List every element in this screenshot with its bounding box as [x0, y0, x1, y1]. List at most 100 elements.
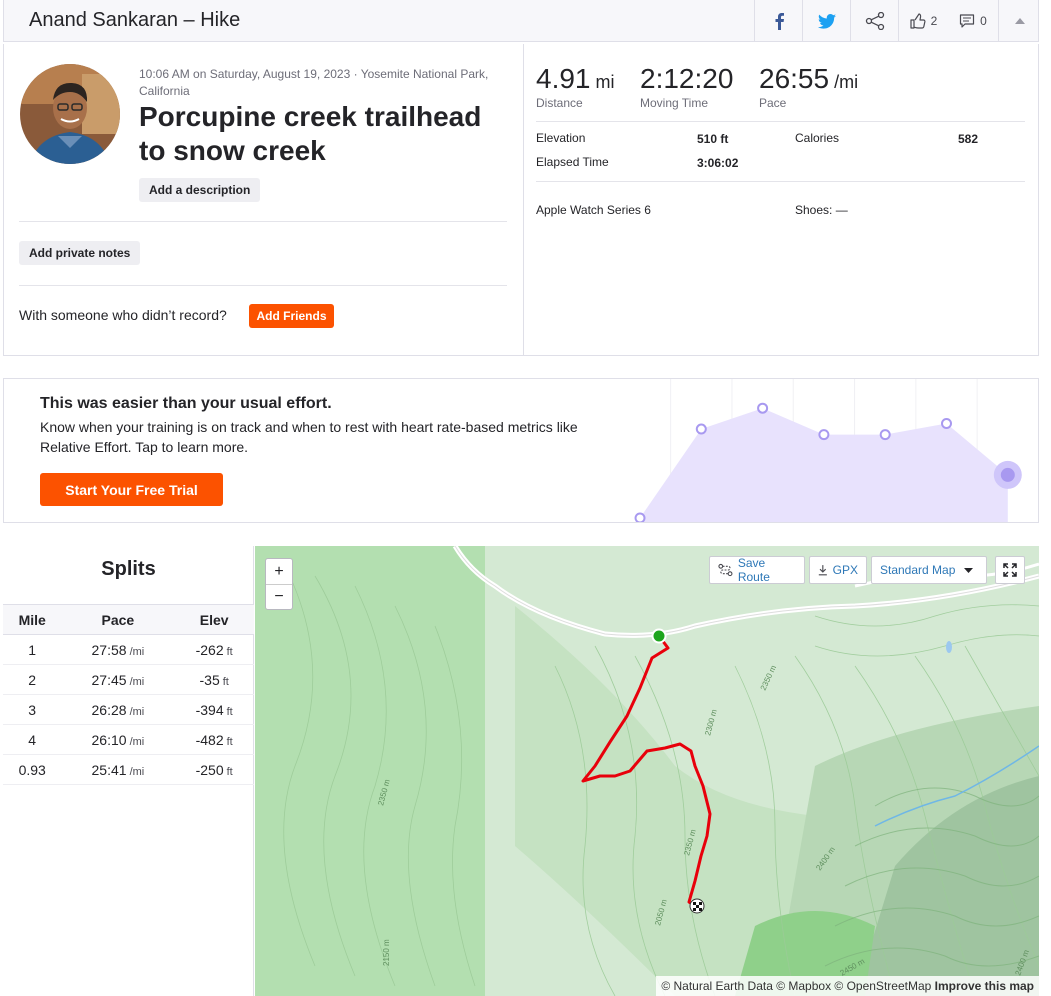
zoom-controls: + −	[265, 558, 293, 610]
moving-time-stat: 2:12:20	[640, 63, 733, 95]
pace-label: Pace	[759, 96, 787, 110]
gpx-download-button[interactable]: GPX	[809, 556, 867, 584]
distance-value: 4.91	[536, 63, 591, 94]
effort-point	[1000, 467, 1015, 482]
start-marker[interactable]	[651, 628, 667, 644]
split-elev-value: -262	[195, 641, 224, 658]
twitter-share-button[interactable]	[802, 0, 850, 42]
split-elev: -394 ft	[174, 694, 254, 725]
improve-map-link[interactable]: Improve this map	[935, 979, 1034, 993]
fullscreen-icon	[1003, 563, 1017, 577]
relative-effort-panel: This was easier than your usual effort. …	[3, 378, 1039, 523]
map-type-select[interactable]: Standard Map	[871, 556, 987, 584]
split-elev-value: -250	[195, 761, 224, 778]
calories-label: Calories	[795, 131, 840, 145]
splits-title: Splits	[101, 558, 156, 580]
effort-point	[634, 512, 646, 522]
split-pace: 27:45/mi	[61, 664, 175, 695]
splits-panel: Splits Mile Pace Elev 1 27:58/mi -262 ft 2 27…	[3, 546, 254, 996]
comment-icon	[960, 14, 975, 28]
split-pace-unit: /mi	[129, 675, 145, 688]
save-route-button[interactable]: Save Route	[709, 556, 805, 584]
moving-time-value: 2:12:20	[640, 63, 734, 94]
split-elev-unit: ft	[222, 675, 229, 688]
collapse-button[interactable]	[998, 0, 1040, 42]
facebook-icon	[775, 13, 784, 30]
pace-value: 26:55	[759, 63, 830, 94]
split-pace-value: 26:10	[91, 731, 127, 748]
column-header-elev: Elev	[174, 604, 254, 635]
comments-button[interactable]: 0	[948, 0, 998, 42]
split-mile: 3	[3, 694, 62, 725]
fullscreen-button[interactable]	[995, 556, 1025, 584]
add-description-button[interactable]: Add a description	[139, 178, 261, 202]
effort-point	[879, 429, 891, 441]
split-mile: 1	[3, 634, 62, 665]
split-mile: 0.93	[3, 754, 62, 785]
finish-marker[interactable]	[689, 898, 705, 914]
moving-time-label: Moving Time	[640, 96, 709, 110]
map-canvas[interactable]: 2350 m 2300 m 2350 m 2350 m 2400 m 2050 …	[255, 546, 1039, 996]
split-pace-unit: /mi	[129, 705, 145, 718]
effort-point	[941, 417, 952, 429]
map-attribution: © Natural Earth Data © Mapbox © OpenStre…	[656, 976, 1039, 996]
contour-label: 2150 m	[382, 939, 391, 966]
activity-title: Porcupine creek trailhead to snow creek	[139, 101, 482, 166]
avatar-photo	[20, 64, 120, 164]
split-pace-unit: /mi	[129, 645, 145, 658]
table-row: 1 27:58/mi -262 ft	[3, 634, 254, 665]
zoom-in-button[interactable]: +	[266, 559, 292, 584]
kudos-count: 2	[930, 14, 938, 28]
distance-unit: mi	[595, 72, 615, 92]
elevation-value: 510 ft	[697, 132, 729, 146]
caret-up-icon	[1014, 18, 1025, 24]
effort-point	[818, 429, 830, 441]
elevation-label: Elevation	[536, 131, 586, 145]
split-pace-value: 27:58	[91, 641, 127, 658]
effort-title: This was easier than your usual effort.	[40, 395, 332, 412]
thumbs-up-icon	[910, 13, 926, 29]
split-pace: 27:58/mi	[61, 634, 175, 665]
column-header-mile: Mile	[3, 604, 62, 635]
twitter-icon	[817, 13, 836, 29]
split-pace-unit: /mi	[129, 735, 145, 748]
split-pace-value: 26:28	[91, 701, 127, 718]
split-elev-unit: ft	[226, 735, 233, 748]
device-name: Apple Watch Series 6	[536, 203, 651, 217]
share-button[interactable]	[850, 0, 898, 42]
split-elev-unit: ft	[226, 645, 233, 658]
panel-divider	[523, 44, 524, 355]
effort-description: Know when your training is on track and …	[40, 419, 578, 455]
split-elev: -35 ft	[174, 664, 254, 695]
share-icon	[865, 12, 884, 30]
distance-label: Distance	[536, 96, 583, 110]
split-elev-unit: ft	[226, 765, 233, 778]
divider	[536, 121, 1025, 122]
download-icon	[818, 565, 827, 576]
elapsed-time-value: 3:06:02	[697, 156, 739, 170]
distance-stat: 4.91 mi	[536, 63, 615, 95]
split-elev: -262 ft	[174, 634, 254, 665]
add-friends-button[interactable]: Add Friends	[249, 304, 334, 328]
split-elev-value: -35	[199, 671, 220, 688]
route-map[interactable]: 2350 m 2300 m 2350 m 2350 m 2400 m 2050 …	[255, 546, 1039, 996]
table-row: 0.93 25:41/mi -250 ft	[3, 754, 254, 785]
elapsed-time-label: Elapsed Time	[536, 155, 609, 169]
add-private-notes-button[interactable]: Add private notes	[19, 241, 141, 265]
kudos-button[interactable]: 2	[898, 0, 948, 42]
avatar[interactable]	[20, 64, 120, 164]
split-elev-unit: ft	[226, 705, 233, 718]
split-mile: 4	[3, 724, 62, 755]
table-row: 2 27:45/mi -35 ft	[3, 664, 254, 695]
calories-value: 582	[958, 132, 979, 146]
activity-header: Anand Sankaran – Hike 2 0	[3, 0, 1039, 42]
zoom-out-button[interactable]: −	[266, 584, 292, 609]
start-free-trial-button[interactable]: Start Your Free Trial	[40, 473, 223, 506]
split-pace-value: 27:45	[91, 671, 127, 688]
table-row: 4 26:10/mi -482 ft	[3, 724, 254, 755]
divider	[536, 181, 1025, 182]
split-elev-value: -482	[195, 731, 224, 748]
effort-area	[640, 408, 1008, 522]
activity-summary: 10:06 AM on Saturday, August 19, 2023 · …	[3, 44, 1039, 356]
facebook-share-button[interactable]	[754, 0, 802, 42]
